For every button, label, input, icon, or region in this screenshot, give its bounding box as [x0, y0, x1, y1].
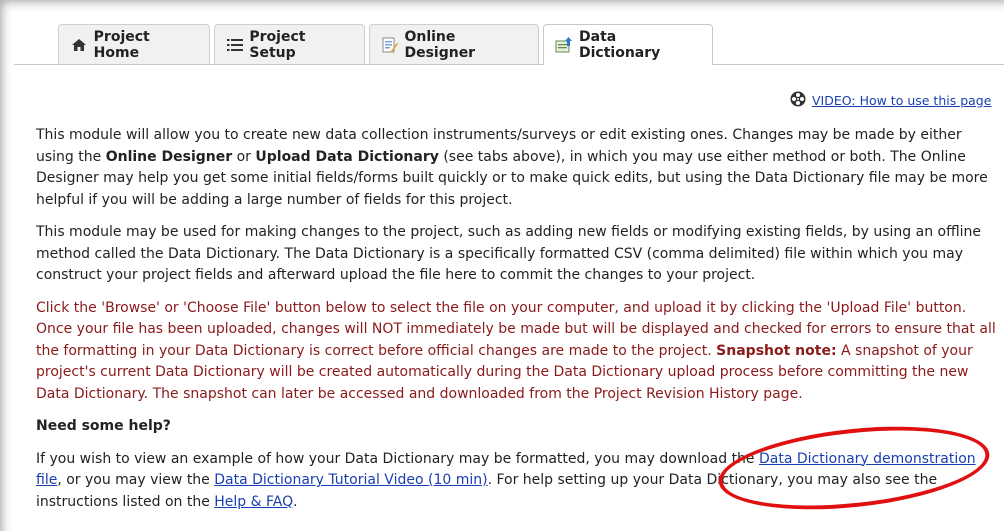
offline-method-paragraph: This module may be used for making chang…	[36, 224, 982, 283]
text: , or you may view the	[57, 472, 215, 488]
tab-data-dictionary[interactable]: Data Dictionary	[543, 24, 713, 65]
help-heading: Need some help?	[36, 418, 171, 434]
upload-file-icon	[555, 37, 573, 53]
list-icon	[226, 37, 243, 53]
help-paragraph: If you wish to view an example of how yo…	[36, 449, 1002, 514]
tab-project-setup[interactable]: Project Setup	[214, 24, 365, 64]
upload-instructions-paragraph: Click the 'Browse' or 'Choose File' butt…	[36, 298, 1002, 406]
text: If you wish to view an example of how yo…	[36, 450, 759, 467]
snapshot-note-label: Snapshot note:	[716, 342, 837, 359]
tab-online-designer[interactable]: Online Designer	[369, 24, 539, 64]
video-link-label: VIDEO: How to use this page	[812, 93, 992, 108]
tab-project-home[interactable]: Project Home	[58, 24, 210, 64]
tutorial-video-link[interactable]: Data Dictionary Tutorial Video (10 min)	[214, 472, 487, 488]
tab-label: Data Dictionary	[579, 29, 661, 61]
tab-bar: Project Home Project Setup Online Design…	[14, 18, 1004, 65]
text: or	[232, 148, 256, 165]
form-edit-icon	[381, 37, 398, 53]
text: .	[293, 493, 298, 510]
tab-label: Online Designer	[404, 28, 476, 61]
tab-label: Project Home	[93, 28, 150, 61]
film-reel-icon	[790, 91, 806, 110]
upload-data-dictionary-text: Upload Data Dictionary	[255, 148, 439, 165]
help-faq-link[interactable]: Help & FAQ	[214, 494, 293, 510]
tab-label: Project Setup	[249, 28, 306, 61]
instructions: This module will allow you to create new…	[36, 125, 1002, 524]
online-designer-text: Online Designer	[105, 148, 233, 165]
video-link[interactable]: VIDEO: How to use this page	[790, 91, 991, 110]
home-icon	[70, 37, 88, 53]
intro-paragraph: This module will allow you to create new…	[36, 125, 1002, 211]
page-frame: Project Home Project Setup Online Design…	[0, 0, 1004, 531]
